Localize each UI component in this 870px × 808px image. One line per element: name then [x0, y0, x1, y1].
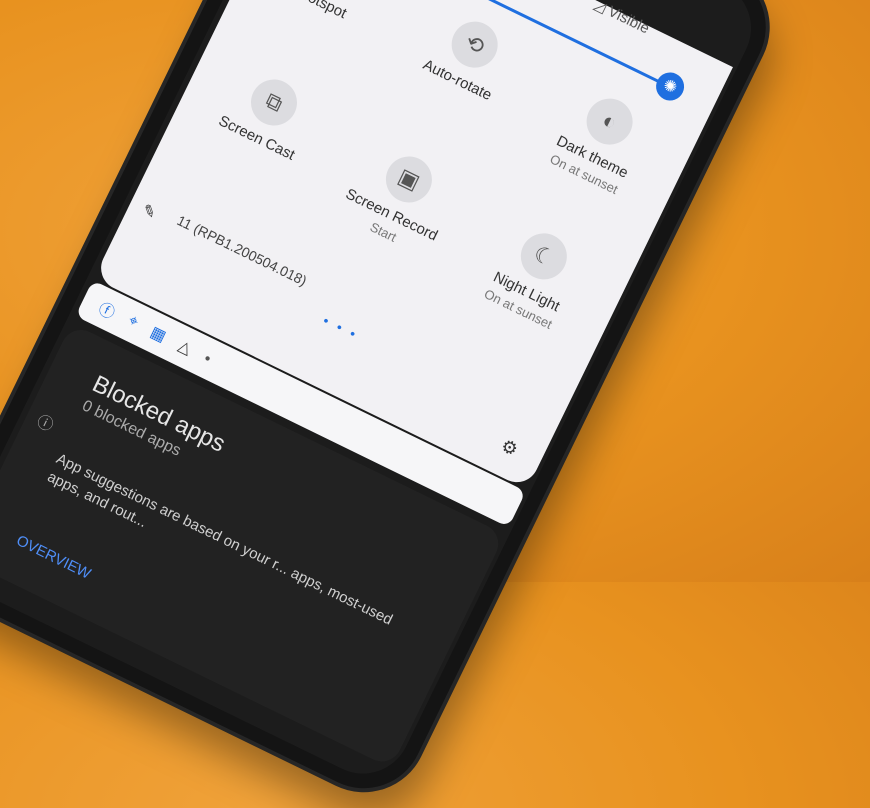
- tile-night-light[interactable]: ☾ Night Light On at sunset: [456, 207, 612, 344]
- tile-screen-record[interactable]: ▣ Screen Record Start: [322, 130, 478, 267]
- settings-gear-icon[interactable]: ⚙: [497, 435, 521, 461]
- phone-device: ◿ Visible ✺ ◎ Hotspot ⟲ Auto-rotate ◐ Da…: [0, 0, 786, 808]
- tile-label: Hotspot: [295, 0, 350, 23]
- drive-icon: △: [175, 337, 195, 359]
- more-dot-icon: ●: [202, 352, 213, 365]
- tile-auto-rotate[interactable]: ⟲ Auto-rotate: [395, 0, 543, 116]
- auto-rotate-icon: ⟲: [443, 13, 506, 76]
- edit-pencil-icon[interactable]: ✎: [139, 200, 160, 224]
- signal-status: ◿ Visible: [591, 0, 652, 37]
- calendar-icon: ▦: [147, 323, 169, 346]
- phone-screen: ◿ Visible ✺ ◎ Hotspot ⟲ Auto-rotate ◐ Da…: [0, 0, 768, 790]
- visible-label: Visible: [605, 2, 653, 38]
- overview-link[interactable]: OVERVIEW: [14, 532, 94, 583]
- tile-hotspot[interactable]: ◎ Hotspot: [260, 0, 408, 39]
- info-icon: ⓘ: [33, 412, 56, 436]
- facebook-icon: ⓕ: [95, 300, 118, 323]
- dark-theme-icon: ◐: [578, 90, 641, 153]
- screen-cast-icon: ⧉: [243, 71, 305, 134]
- tile-screen-cast[interactable]: ⧉ Screen Cast: [195, 53, 343, 174]
- location-icon: ⌖: [125, 311, 142, 332]
- tile-dark-theme[interactable]: ◐ Dark theme On at sunset: [522, 72, 678, 209]
- suggestions-text: App suggestions are based on your r... a…: [44, 450, 396, 629]
- night-light-icon: ☾: [513, 225, 575, 288]
- brightness-thumb-icon[interactable]: ✺: [651, 67, 689, 106]
- page-indicator-dots: • • •: [320, 312, 362, 343]
- screen-record-icon: ▣: [378, 148, 440, 211]
